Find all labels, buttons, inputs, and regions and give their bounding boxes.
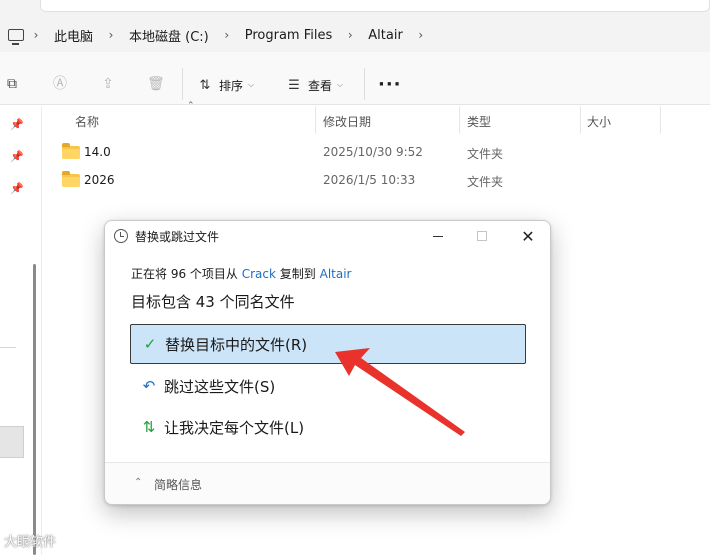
- breadcrumb-item-this-pc[interactable]: 此电脑: [48, 26, 99, 45]
- copy-status-text: 正在将 96 个项目从 Crack 复制到 Altair: [131, 265, 352, 282]
- delete-icon[interactable]: 🗑: [147, 76, 165, 92]
- toolbar-divider: [364, 68, 365, 100]
- sort-label: 排序: [219, 78, 244, 93]
- view-button[interactable]: ☰ 查看 ⌵: [286, 76, 343, 94]
- chevron-up-icon[interactable]: ⌃: [134, 477, 142, 488]
- copy-icon[interactable]: ⧉: [4, 76, 20, 92]
- destination-folder-link[interactable]: Altair: [320, 267, 352, 281]
- maximize-button: [460, 221, 504, 251]
- column-divider[interactable]: [315, 106, 316, 134]
- chevron-right-icon[interactable]: ›: [24, 28, 48, 42]
- check-icon: ✓: [143, 335, 157, 353]
- column-divider[interactable]: [660, 106, 661, 134]
- dialog-titlebar: 替换或跳过文件 ✕: [105, 221, 550, 251]
- close-button[interactable]: ✕: [506, 221, 550, 251]
- replace-option-label: 替换目标中的文件(R): [165, 335, 308, 354]
- column-divider[interactable]: [580, 106, 581, 134]
- share-icon[interactable]: ⇪: [100, 76, 116, 92]
- arrow-shape: [335, 348, 465, 436]
- chevron-right-icon[interactable]: ›: [409, 28, 433, 42]
- view-icon: ☰: [288, 77, 300, 93]
- pin-icon[interactable]: 📌: [10, 150, 24, 163]
- chevron-right-icon[interactable]: ›: [215, 28, 239, 42]
- column-header-date[interactable]: 修改日期: [323, 113, 371, 130]
- command-bar: ⧉ Ⓐ ⇪ 🗑 ⇅ 排序 ⌵ ☰ 查看 ⌵ ···: [0, 52, 710, 105]
- search-box-edge[interactable]: [40, 0, 710, 12]
- file-type: 文件夹: [467, 175, 504, 189]
- folder-icon: [62, 171, 80, 187]
- compare-files-icon: ⇅: [142, 418, 156, 436]
- sort-caret-icon: ⌃: [187, 101, 195, 111]
- red-arrow-annotation: [335, 348, 465, 436]
- column-header-size[interactable]: 大小: [587, 113, 611, 130]
- pin-icon[interactable]: 📌: [10, 118, 24, 131]
- breadcrumb-item-altair[interactable]: Altair: [362, 28, 409, 43]
- view-label: 查看: [308, 78, 333, 93]
- minimize-button[interactable]: [416, 221, 460, 251]
- conflict-summary: 目标包含 43 个同名文件: [131, 293, 295, 311]
- this-pc-icon[interactable]: [8, 29, 24, 45]
- breadcrumb: › 此电脑 › 本地磁盘 (C:) › Program Files › Alta…: [0, 18, 710, 52]
- sort-button[interactable]: ⇅ 排序 ⌵: [197, 76, 255, 94]
- file-date: 2025/10/30 9:52: [323, 145, 423, 159]
- clock-icon: [114, 229, 128, 243]
- file-type: 文件夹: [467, 147, 504, 161]
- source-folder-link[interactable]: Crack: [242, 267, 276, 281]
- file-name: 14.0: [84, 145, 111, 159]
- file-name: 2026: [84, 173, 115, 187]
- nav-scrollbar[interactable]: [33, 264, 36, 555]
- dialog-footer: ⌃ 简略信息: [105, 463, 550, 504]
- column-header-name[interactable]: 名称: [75, 113, 99, 130]
- file-row[interactable]: 14.0 2025/10/30 9:52 文件夹: [60, 140, 530, 166]
- skip-option-label: 跳过这些文件(S): [164, 377, 276, 396]
- watermark-logo: 大眼软件: [4, 535, 57, 550]
- pin-icon[interactable]: 📌: [10, 182, 24, 195]
- sort-icon: ⇅: [199, 77, 211, 93]
- minimize-icon: [433, 235, 443, 237]
- toolbar-divider: [182, 68, 183, 100]
- chevron-down-icon: ⌵: [248, 80, 255, 89]
- breadcrumb-item-program-files[interactable]: Program Files: [239, 28, 339, 43]
- column-header-type[interactable]: 类型: [467, 113, 491, 130]
- file-row[interactable]: 2026 2026/1/5 10:33 文件夹: [60, 168, 530, 194]
- column-divider[interactable]: [459, 106, 460, 134]
- file-date: 2026/1/5 10:33: [323, 173, 416, 187]
- breadcrumb-item-local-disk[interactable]: 本地磁盘 (C:): [123, 26, 215, 45]
- maximize-icon: [477, 231, 487, 241]
- undo-arrow-icon: ↶: [142, 377, 156, 395]
- fewer-details-toggle[interactable]: 简略信息: [154, 476, 202, 493]
- status-mid: 复制到: [279, 267, 316, 281]
- close-icon: ✕: [521, 226, 535, 246]
- dialog-title: 替换或跳过文件: [135, 230, 220, 244]
- status-prefix: 正在将 96 个项目从: [131, 267, 238, 281]
- chevron-right-icon[interactable]: ›: [338, 28, 362, 42]
- chevron-right-icon[interactable]: ›: [99, 28, 123, 42]
- chevron-down-icon: ⌵: [337, 80, 344, 89]
- decide-option-label: 让我决定每个文件(L): [164, 418, 305, 437]
- more-options-button[interactable]: ···: [378, 74, 402, 95]
- rename-icon[interactable]: Ⓐ: [52, 76, 68, 92]
- folder-icon: [62, 143, 80, 159]
- nav-divider: [0, 347, 16, 348]
- nav-selected-item[interactable]: [0, 426, 24, 458]
